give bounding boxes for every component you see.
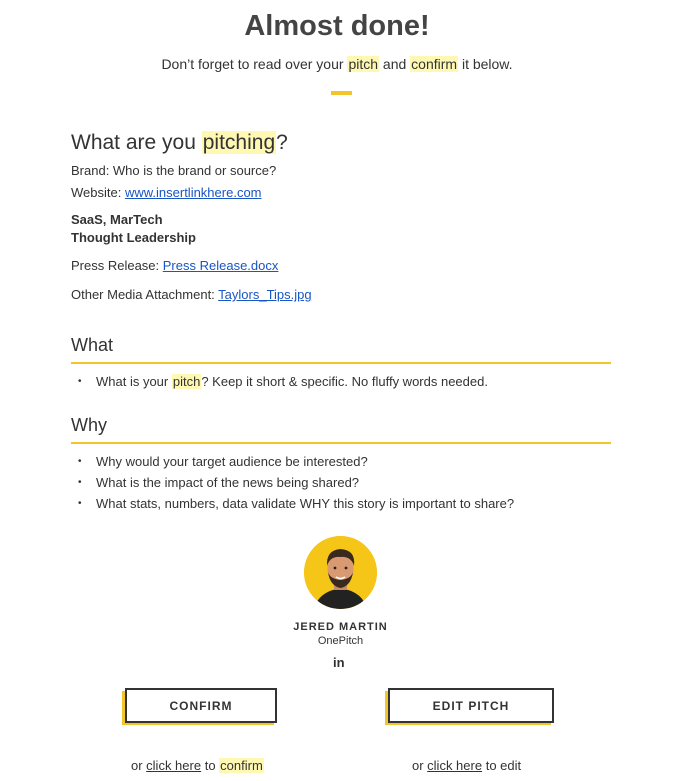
avatar [304,536,377,609]
bullet-dot: • [78,456,82,467]
edit-footer-text: or click here to edit [412,758,522,773]
press-release-link[interactable]: Press Release.docx [163,258,279,273]
profile-name: JERED MARTIN [293,621,388,633]
page-subtitle: Don’t forget to read over your pitch and… [161,56,513,72]
pitch-heading: What are you pitching? [71,131,288,154]
why-bullet: • What stats, numbers, data validate WHY … [78,496,515,511]
website-line: Website: www.insertlinkhere.com [71,185,262,200]
media-attachment-link[interactable]: Taylors_Tips.jpg [218,287,311,302]
brand-line: Brand: Who is the brand or source? [71,163,277,178]
edit-click-link[interactable]: click here [427,758,482,773]
highlight-pitch: pitch [347,56,380,72]
bullet-dot: • [78,498,82,509]
what-heading: What [71,335,611,364]
category-text: SaaS, MarTech [71,212,163,227]
linkedin-icon[interactable]: in [333,655,345,670]
website-link[interactable]: www.insertlinkhere.com [125,185,262,200]
bullet-dot: • [78,477,82,488]
accent-divider [331,91,352,95]
bullet-dot: • [78,376,82,387]
profile-company: OnePitch [317,635,364,647]
edit-pitch-button[interactable]: EDIT PITCH [388,688,554,723]
why-bullet: • What is the impact of the news being sh… [78,475,360,490]
page-title: Almost done! [244,10,430,42]
confirm-button[interactable]: CONFIRM [125,688,277,723]
why-bullet: • Why would your target audience be inter… [78,454,368,469]
highlight-confirm: confirm [410,56,459,72]
why-heading: Why [71,415,611,444]
press-release-line: Press Release: Press Release.docx [71,258,279,273]
avatar-portrait-icon [304,536,377,609]
media-attachment-line: Other Media Attachment: Taylors_Tips.jpg [71,287,312,302]
confirm-footer-text: or click here to confirm [131,758,264,773]
pitch-type-text: Thought Leadership [71,230,196,245]
confirm-click-link[interactable]: click here [146,758,201,773]
what-bullet: • What is your pitch? Keep it short & spe… [78,374,488,389]
